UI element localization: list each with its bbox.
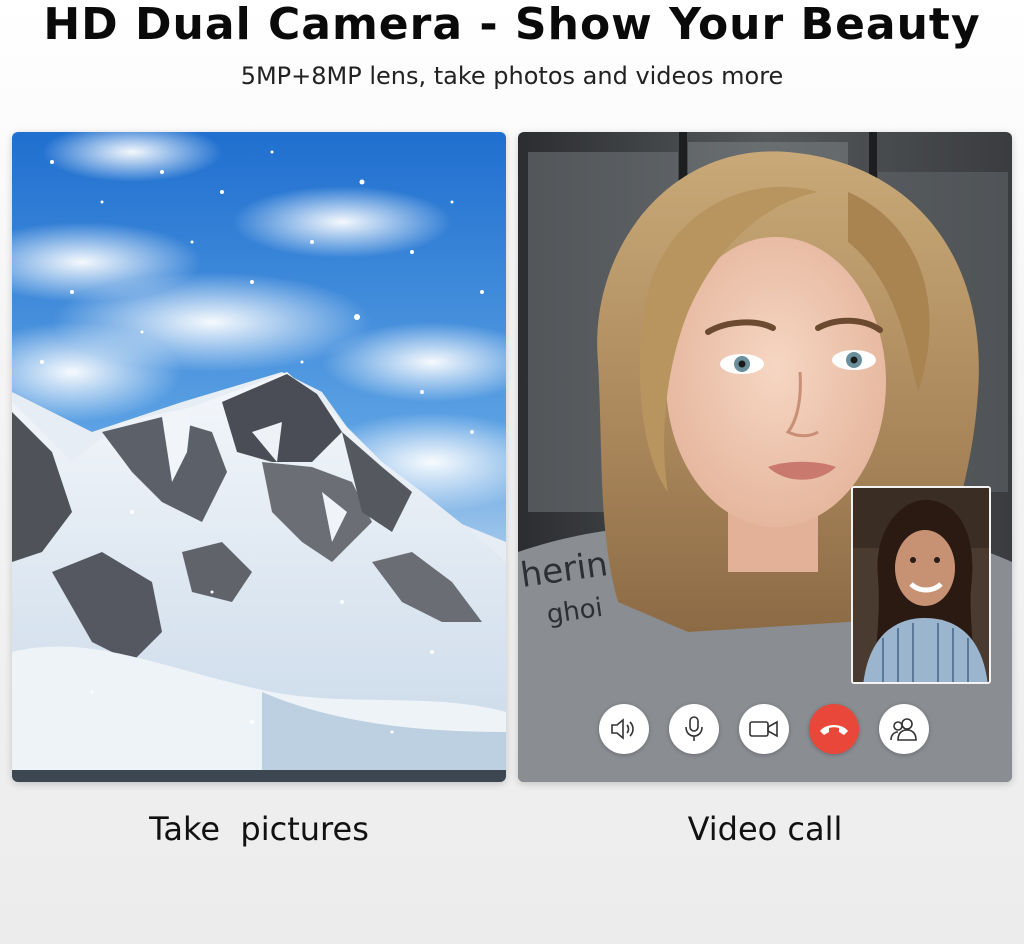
- mute-button[interactable]: [669, 704, 719, 754]
- speaker-icon: [611, 718, 634, 740]
- headline: HD Dual Camera - Show Your Beauty: [43, 0, 981, 50]
- photo-panel: [12, 132, 506, 782]
- video-toggle-button[interactable]: [739, 704, 789, 754]
- product-banner: HD Dual Camera - Show Your Beauty 5MP+8M…: [0, 0, 1024, 944]
- caption-take-pictures: Take pictures: [149, 810, 369, 848]
- video-camera-icon: [749, 720, 778, 738]
- end-call-button[interactable]: [809, 704, 859, 754]
- contacts-icon: [890, 718, 917, 741]
- hang-up-icon: [820, 725, 848, 735]
- caller-thumbnail[interactable]: [851, 486, 991, 684]
- video-call-photo: herin ghoi: [518, 132, 1012, 782]
- speaker-button[interactable]: [599, 704, 649, 754]
- snowy-mountain-photo: [12, 132, 506, 782]
- subheadline: 5MP+8MP lens, take photos and videos mor…: [240, 62, 784, 90]
- video-call-panel: herin ghoi: [518, 132, 1012, 782]
- caller-photo: [853, 488, 989, 682]
- participants-button[interactable]: [879, 704, 929, 754]
- microphone-icon: [685, 716, 703, 741]
- caption-video-call: Video call: [687, 810, 843, 848]
